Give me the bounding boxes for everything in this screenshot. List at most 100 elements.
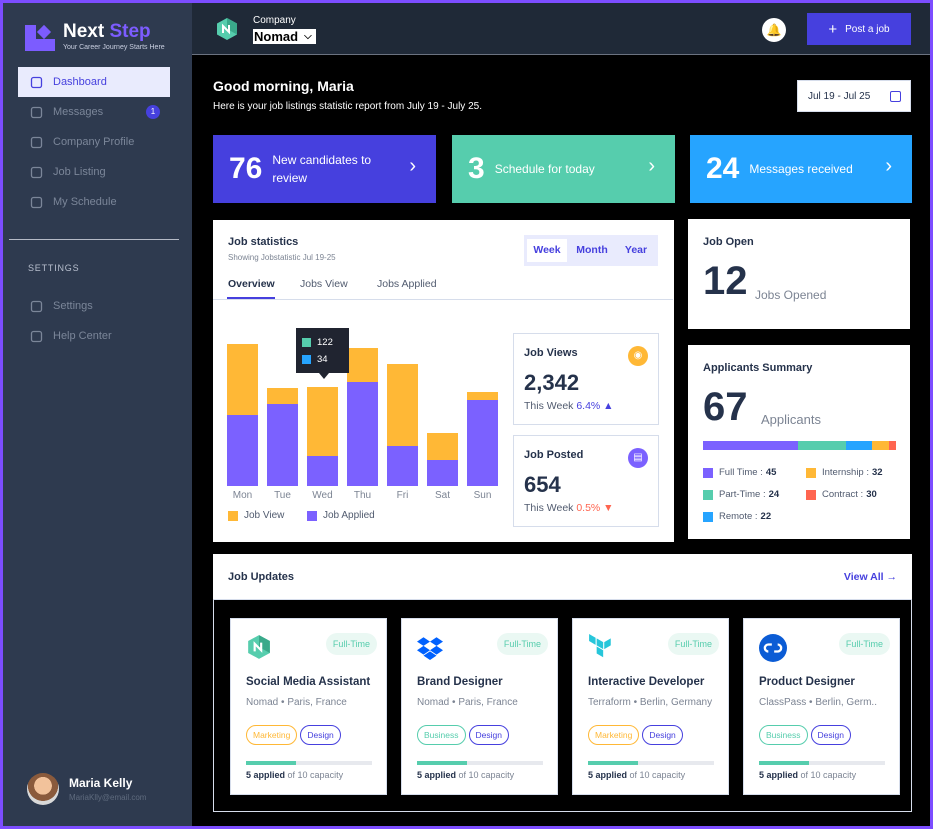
tooltip-view-value: 122: [317, 337, 333, 348]
job-card[interactable]: Full-Time Brand Designer Nomad • Paris, Fr…: [401, 618, 558, 795]
message-icon: [30, 106, 43, 119]
job-card[interactable]: Full-Time Interactive Developer Terraform …: [572, 618, 729, 795]
eye-icon: ◉: [628, 346, 648, 366]
avatar: [27, 773, 59, 805]
chevron-right-icon: ›: [409, 155, 416, 177]
tag-design[interactable]: Design: [300, 725, 341, 745]
sidebar-item-messages[interactable]: Messages 1: [18, 97, 170, 127]
bar-segment-job-view: [307, 386, 338, 456]
user-profile[interactable]: Maria Kelly MariaKlly@email.com: [27, 773, 146, 805]
job-statistics-chart: [227, 330, 507, 486]
messages-received-tile[interactable]: 24 Messages received ›: [690, 135, 912, 203]
job-title: Social Media Assistant: [246, 676, 371, 688]
x-tick-label: Sun: [473, 490, 492, 501]
sidebar-item-settings[interactable]: Settings: [18, 291, 170, 321]
applied-count: 5 applied of 10 capacity: [417, 770, 515, 780]
job-updates-title: Job Updates: [228, 571, 295, 583]
tag-business[interactable]: Business: [759, 725, 808, 745]
sidebar-item-company-profile[interactable]: Company Profile: [18, 127, 170, 157]
sidebar-item-dashboard[interactable]: Dashboard: [18, 67, 170, 97]
job-company-location: Nomad • Paris, France: [246, 697, 347, 708]
stat-number: 24: [706, 152, 740, 185]
help-icon: [30, 330, 43, 343]
job-tags: Marketing Design: [588, 725, 686, 745]
calendar-icon: [890, 91, 901, 102]
schedule-today-tile[interactable]: 3 Schedule for today ›: [452, 135, 675, 203]
tooltip-applied-swatch: [302, 355, 311, 364]
bar-sun[interactable]: [467, 392, 498, 486]
new-candidates-tile[interactable]: 76 New candidates to review ›: [213, 135, 436, 203]
sidebar-item-job-listing[interactable]: Job Listing: [18, 157, 170, 187]
brand-logo[interactable]: Next Step Your Career Journey Starts Her…: [23, 21, 165, 51]
job-open-title: Job Open: [703, 236, 754, 248]
nomad-logo-icon: [246, 634, 272, 660]
job-card[interactable]: Full-Time Social Media Assistant Nomad • P…: [230, 618, 387, 795]
tab-overview[interactable]: Overview: [228, 278, 275, 290]
period-month[interactable]: Month: [570, 239, 614, 262]
calendar-icon: [30, 196, 43, 209]
segment-remote: [846, 441, 872, 450]
bar-thu[interactable]: [347, 347, 378, 486]
job-type-badge: Full-Time: [667, 633, 719, 655]
bar-mon[interactable]: [227, 343, 258, 486]
classpass-logo-icon: [759, 634, 787, 662]
tag-design[interactable]: Design: [810, 725, 851, 745]
company-label: Company: [253, 15, 296, 26]
period-week[interactable]: Week: [527, 239, 567, 262]
legend-swatch-view: [228, 510, 238, 521]
job-company-location: ClassPass • Berlin, Germ..: [759, 697, 877, 708]
tag-marketing[interactable]: Marketing: [246, 725, 298, 745]
x-tick-label: Wed: [312, 490, 333, 501]
settings-heading: SETTINGS: [28, 263, 80, 273]
tag-business[interactable]: Business: [417, 725, 466, 745]
sidebar-item-help-center[interactable]: Help Center: [18, 321, 170, 351]
x-tick-label: Thu: [353, 490, 372, 501]
job-open-card: Job Open 12 Jobs Opened: [688, 219, 910, 329]
tag-design[interactable]: Design: [468, 725, 509, 745]
tag-design[interactable]: Design: [642, 725, 683, 745]
stat-number: 76: [229, 152, 263, 185]
chevron-down-icon: ⌵: [304, 31, 312, 42]
period-year[interactable]: Year: [617, 239, 655, 262]
dropbox-logo-icon: [417, 634, 443, 660]
tag-marketing[interactable]: Marketing: [588, 725, 640, 745]
applicants-title: Applicants Summary: [703, 362, 813, 374]
view-all-link[interactable]: View All →: [844, 571, 897, 583]
sidebar-divider: [9, 239, 179, 240]
tab-jobs-applied[interactable]: Jobs Applied: [377, 278, 437, 290]
legend-swatch-applied: [307, 510, 317, 521]
job-views-card: Job Views ◉ 2,342 This Week 6.4% ▲: [513, 333, 659, 425]
company-select[interactable]: Nomad ⌵: [253, 29, 316, 44]
bar-segment-job-view: [227, 343, 258, 415]
job-tags: Marketing Design: [246, 725, 344, 745]
tab-jobs-view[interactable]: Jobs View: [300, 278, 348, 290]
bar-tue[interactable]: [267, 387, 298, 486]
job-type-badge: Full-Time: [325, 633, 377, 655]
job-statistics-title: Job statistics: [228, 236, 299, 248]
applied-count: 5 applied of 10 capacity: [759, 770, 857, 780]
chart-tooltip: 122 34: [296, 328, 349, 373]
applicants-count: 67: [703, 385, 748, 429]
job-card[interactable]: Full-Time Product Designer ClassPass • Ber…: [743, 618, 900, 795]
x-tick-label: Fri: [396, 490, 409, 501]
sidebar-item-my-schedule[interactable]: My Schedule: [18, 187, 170, 217]
bar-fri[interactable]: [387, 364, 418, 486]
date-range-picker[interactable]: Jul 19 - Jul 25: [797, 80, 911, 112]
job-open-count: 12: [703, 259, 748, 303]
bar-segment-job-view: [387, 364, 418, 447]
notification-bell-icon[interactable]: 🔔: [762, 18, 786, 42]
bar-segment-job-applied: [427, 459, 458, 486]
job-company-location: Nomad • Paris, France: [417, 697, 518, 708]
stat-label: Messages received: [749, 162, 853, 176]
bar-wed[interactable]: [307, 386, 338, 486]
bar-segment-job-view: [427, 433, 458, 460]
job-views-change: This Week 6.4% ▲: [524, 400, 614, 412]
job-statistics-card: Job statistics Showing Jobstatistic Jul …: [213, 220, 674, 542]
job-views-value: 2,342: [524, 370, 580, 395]
brand-title: Next Step: [63, 21, 151, 42]
post-job-button[interactable]: + Post a job: [807, 13, 911, 45]
bar-segment-job-applied: [347, 381, 378, 486]
brand-tagline: Your Career Journey Starts Here: [63, 44, 165, 51]
chevron-right-icon: ›: [885, 155, 892, 177]
bar-sat[interactable]: [427, 433, 458, 486]
